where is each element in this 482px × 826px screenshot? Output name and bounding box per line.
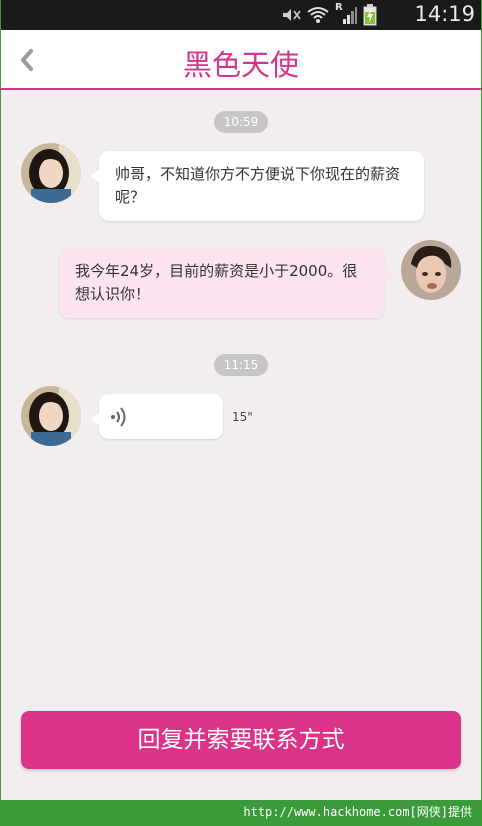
timestamp-badge: 11:15	[214, 354, 268, 376]
reply-request-contact-button[interactable]: 回复并索要联系方式	[21, 711, 461, 769]
voice-wave-icon	[111, 407, 126, 427]
mute-icon	[283, 9, 301, 21]
avatar-girl-image	[21, 143, 81, 203]
wifi-icon	[307, 7, 329, 23]
message-bubble-received: 帅哥，不知道你方不方便说下你现在的薪资呢？	[91, 151, 424, 221]
message-text: 帅哥，不知道你方不方便说下你现在的薪资呢？	[115, 165, 401, 206]
avatar-girl[interactable]	[21, 386, 81, 446]
message-text: 我今年24岁，目前的薪资是小于2000。很想认识你！	[75, 262, 358, 303]
app-header: 黑色天使	[1, 30, 481, 90]
avatar-self[interactable]	[401, 240, 461, 300]
avatar-girl-image	[21, 386, 81, 446]
avatar-self-image	[401, 240, 461, 300]
timestamp-badge: 10:59	[214, 111, 268, 133]
message-bubble-sent: 我今年24岁，目前的薪资是小于2000。很想认识你！	[59, 248, 393, 318]
status-icons: R	[281, 2, 377, 26]
watermark-text: http://www.hackhome.com[网侠]提供	[243, 805, 472, 819]
status-bar: R 14:19	[1, 0, 481, 30]
signal-icon: R	[335, 2, 357, 25]
voice-message-bubble[interactable]	[91, 394, 223, 439]
voice-duration: 15"	[232, 410, 253, 424]
app-screen: R 14:19 黑色天使 10:59 帅哥，不知道你方不方便说下你现在的薪资呢？…	[1, 0, 481, 800]
avatar-girl[interactable]	[21, 143, 81, 203]
watermark-bar: http://www.hackhome.com[网侠]提供	[0, 800, 482, 826]
battery-charging-icon	[363, 4, 377, 26]
page-title: 黑色天使	[182, 48, 299, 82]
status-clock: 14:19	[414, 2, 475, 26]
